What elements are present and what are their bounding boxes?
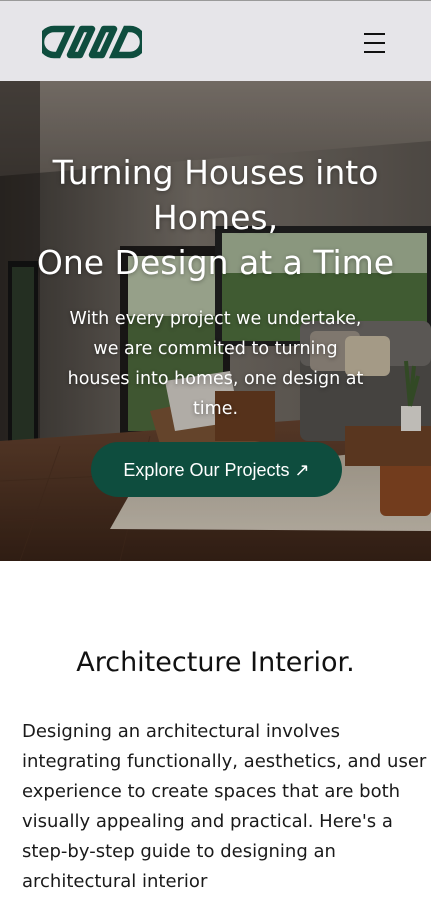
hero-subtitle-line: With every project we undertake, [69,309,362,329]
site-header [0,0,431,81]
chain-link-logo[interactable] [42,23,142,61]
hamburger-menu-icon[interactable] [362,31,388,55]
hero-content: Turning Houses into Homes, One Design at… [0,81,431,561]
section-description-line: Designing an architectural involves [22,721,341,742]
hero-title-line: Turning Houses into [52,153,379,192]
section-description-line: architectural interior [22,871,208,892]
section-description-line: visually appealing and practical. Here's… [22,811,393,832]
hero-title: Turning Houses into Homes, One Design at… [20,150,411,285]
hero-subtitle-line: we are commited to turning [93,339,338,359]
section-title: Architecture Interior. [76,647,355,678]
explore-projects-button[interactable]: Explore Our Projects ↗ [91,442,342,497]
section-description-line: integrating functionally, aesthetics, an… [22,751,427,772]
hero-subtitle-line: houses into homes, one design at [67,369,364,389]
menu-bar-bottom [364,51,385,53]
section-description: Designing an architectural involves inte… [22,717,427,897]
menu-bar-top [364,33,385,35]
menu-bar-middle [364,42,385,44]
hero-title-line: Homes, [152,198,279,237]
hero-title-line: One Design at a Time [36,243,395,282]
section-description-line: step-by-step guide to designing an [22,841,336,862]
section-description-line: experience to create spaces that are bot… [22,781,401,802]
hero-subtitle-line: time. [192,399,239,419]
hero-subtitle: With every project we undertake, we are … [62,304,369,424]
hero-section: Turning Houses into Homes, One Design at… [0,81,431,561]
